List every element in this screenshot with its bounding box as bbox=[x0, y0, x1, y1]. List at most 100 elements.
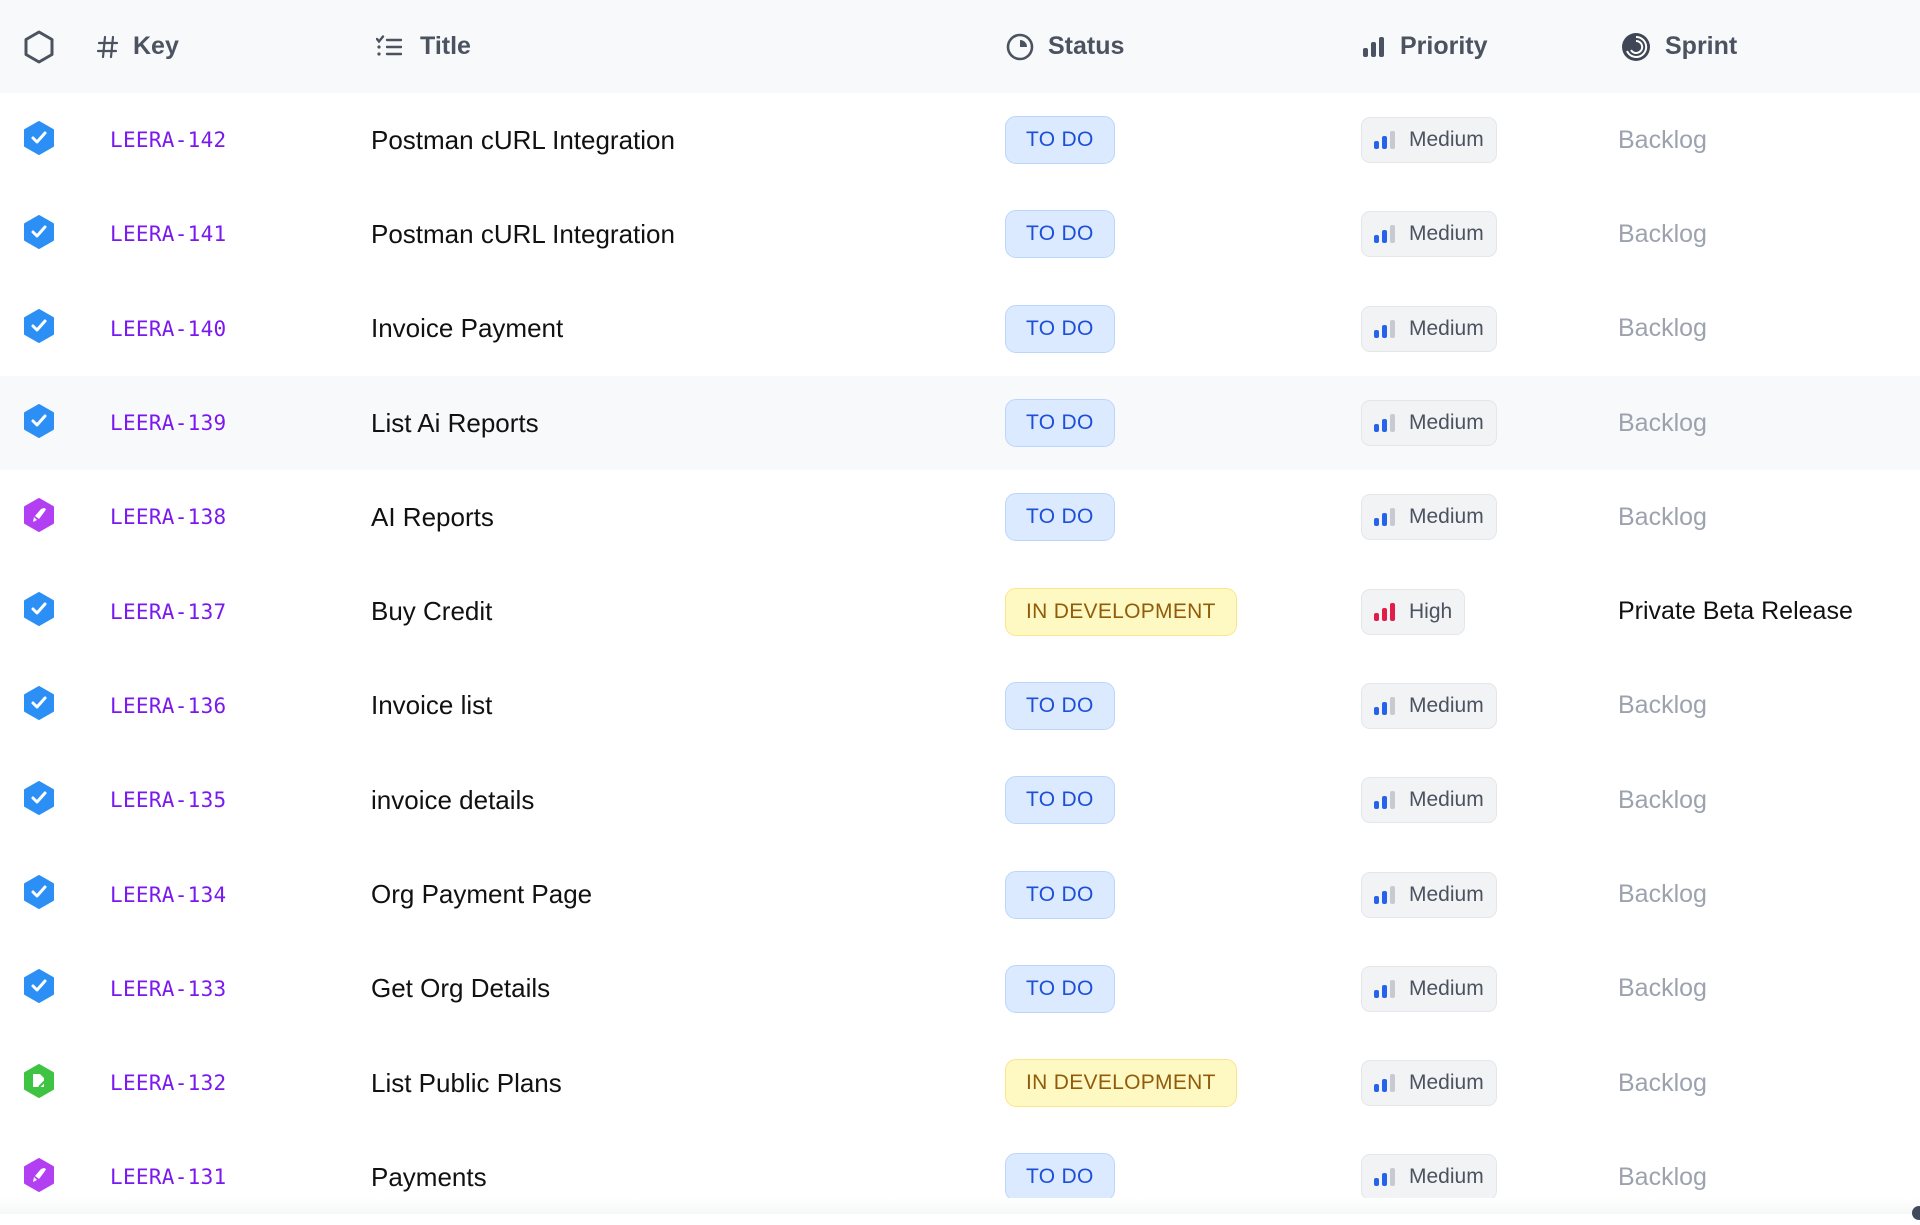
task-check-icon bbox=[22, 120, 56, 161]
issue-type-cell[interactable] bbox=[22, 376, 56, 470]
priority-bars-icon bbox=[1374, 791, 1395, 810]
priority-cell: Medium bbox=[1361, 376, 1497, 470]
status-badge[interactable]: TO DO bbox=[1005, 116, 1115, 165]
priority-badge[interactable]: Medium bbox=[1361, 871, 1497, 918]
issue-title[interactable]: List Public Plans bbox=[371, 1036, 562, 1130]
issue-title[interactable]: Postman cURL Integration bbox=[371, 93, 675, 187]
table-row[interactable]: LEERA-135 invoice details TO DO Medium B… bbox=[0, 753, 1920, 847]
column-header-sprint[interactable]: Sprint bbox=[1621, 0, 1737, 93]
priority-cell: Medium bbox=[1361, 753, 1497, 847]
priority-badge[interactable]: Medium bbox=[1361, 682, 1497, 729]
issue-key[interactable]: LEERA-138 bbox=[110, 470, 227, 564]
sprint-cell[interactable]: Backlog bbox=[1618, 753, 1707, 847]
priority-badge[interactable]: High bbox=[1361, 588, 1466, 635]
issue-type-cell[interactable] bbox=[22, 847, 56, 941]
status-badge[interactable]: TO DO bbox=[1005, 304, 1115, 353]
issue-type-cell[interactable] bbox=[22, 93, 56, 187]
issue-title[interactable]: Get Org Details bbox=[371, 942, 550, 1036]
table-row[interactable]: LEERA-142 Postman cURL Integration TO DO… bbox=[0, 93, 1920, 187]
priority-badge[interactable]: Medium bbox=[1361, 305, 1497, 352]
issue-title[interactable]: AI Reports bbox=[371, 470, 494, 564]
issue-key[interactable]: LEERA-141 bbox=[110, 187, 227, 281]
issue-title[interactable]: List Ai Reports bbox=[371, 376, 539, 470]
issue-key[interactable]: LEERA-134 bbox=[110, 847, 227, 941]
issue-title[interactable]: invoice details bbox=[371, 753, 534, 847]
sprint-cell[interactable]: Backlog bbox=[1618, 93, 1707, 187]
issue-title[interactable]: Buy Credit bbox=[371, 564, 492, 658]
priority-cell: Medium bbox=[1361, 93, 1497, 187]
issue-key[interactable]: LEERA-137 bbox=[110, 564, 227, 658]
table-row[interactable]: LEERA-138 AI Reports TO DO Medium Backlo… bbox=[0, 470, 1920, 564]
status-badge[interactable]: TO DO bbox=[1005, 399, 1115, 448]
issue-title[interactable]: Invoice Payment bbox=[371, 282, 563, 376]
sprint-cell[interactable]: Backlog bbox=[1618, 847, 1707, 941]
task-check-icon bbox=[22, 308, 56, 349]
status-badge[interactable]: TO DO bbox=[1005, 964, 1115, 1013]
status-badge[interactable]: TO DO bbox=[1005, 776, 1115, 825]
issue-type-cell[interactable] bbox=[22, 659, 56, 753]
sprint-cell[interactable]: Private Beta Release bbox=[1618, 564, 1853, 658]
priority-badge[interactable]: Medium bbox=[1361, 1154, 1497, 1201]
table-row[interactable]: LEERA-132 List Public Plans IN DEVELOPME… bbox=[0, 1036, 1920, 1130]
pie-clock-icon bbox=[1006, 33, 1034, 61]
task-check-icon bbox=[22, 214, 56, 255]
table-row[interactable]: LEERA-139 List Ai Reports TO DO Medium B… bbox=[0, 375, 1920, 471]
priority-badge[interactable]: Medium bbox=[1361, 1060, 1497, 1107]
column-header-status[interactable]: Status bbox=[1006, 0, 1124, 93]
status-badge[interactable]: TO DO bbox=[1005, 1153, 1115, 1202]
sprint-cell[interactable]: Backlog bbox=[1618, 282, 1707, 376]
issue-type-cell[interactable] bbox=[22, 753, 56, 847]
status-badge[interactable]: TO DO bbox=[1005, 681, 1115, 730]
priority-badge[interactable]: Medium bbox=[1361, 494, 1497, 541]
issue-key[interactable]: LEERA-132 bbox=[110, 1036, 227, 1130]
status-badge[interactable]: TO DO bbox=[1005, 870, 1115, 919]
sprint-cell[interactable]: Backlog bbox=[1618, 942, 1707, 1036]
issue-key[interactable]: LEERA-142 bbox=[110, 93, 227, 187]
column-label: Title bbox=[420, 32, 471, 60]
issue-type-cell[interactable] bbox=[22, 564, 56, 658]
priority-badge[interactable]: Medium bbox=[1361, 777, 1497, 824]
issue-type-cell[interactable] bbox=[22, 187, 56, 281]
table-row[interactable]: LEERA-137 Buy Credit IN DEVELOPMENT High… bbox=[0, 564, 1920, 658]
issue-key[interactable]: LEERA-133 bbox=[110, 942, 227, 1036]
issue-title[interactable]: Org Payment Page bbox=[371, 847, 592, 941]
column-header-key[interactable]: Key bbox=[97, 0, 179, 93]
priority-badge[interactable]: Medium bbox=[1361, 400, 1497, 447]
issue-type-cell[interactable] bbox=[22, 282, 56, 376]
status-badge[interactable]: TO DO bbox=[1005, 493, 1115, 542]
column-header-priority[interactable]: Priority bbox=[1362, 0, 1488, 93]
priority-label: Medium bbox=[1409, 788, 1484, 812]
sprint-cell[interactable]: Backlog bbox=[1618, 376, 1707, 470]
table-row[interactable]: LEERA-134 Org Payment Page TO DO Medium … bbox=[0, 847, 1920, 941]
issue-title[interactable]: Postman cURL Integration bbox=[371, 187, 675, 281]
status-badge[interactable]: TO DO bbox=[1005, 210, 1115, 259]
issue-type-cell[interactable] bbox=[22, 470, 56, 564]
issue-type-cell[interactable] bbox=[22, 942, 56, 1036]
issue-type-cell[interactable] bbox=[22, 1036, 56, 1130]
column-header-type[interactable] bbox=[22, 0, 56, 93]
sprint-cell[interactable]: Backlog bbox=[1618, 187, 1707, 281]
sprint-cell[interactable]: Backlog bbox=[1618, 1036, 1707, 1130]
status-cell: TO DO bbox=[1005, 93, 1115, 187]
sprint-cell[interactable]: Backlog bbox=[1618, 659, 1707, 753]
status-badge[interactable]: IN DEVELOPMENT bbox=[1005, 1059, 1237, 1108]
issue-key[interactable]: LEERA-135 bbox=[110, 753, 227, 847]
priority-badge[interactable]: Medium bbox=[1361, 117, 1497, 164]
priority-badge[interactable]: Medium bbox=[1361, 965, 1497, 1012]
table-row[interactable]: LEERA-140 Invoice Payment TO DO Medium B… bbox=[0, 282, 1920, 376]
priority-bars-icon bbox=[1374, 696, 1395, 715]
issue-key[interactable]: LEERA-139 bbox=[110, 376, 227, 470]
priority-cell: Medium bbox=[1361, 282, 1497, 376]
priority-badge[interactable]: Medium bbox=[1361, 211, 1497, 258]
table-row[interactable]: LEERA-136 Invoice list TO DO Medium Back… bbox=[0, 659, 1920, 753]
table-row[interactable]: LEERA-133 Get Org Details TO DO Medium B… bbox=[0, 942, 1920, 1036]
sprint-cell[interactable]: Backlog bbox=[1618, 470, 1707, 564]
issue-key[interactable]: LEERA-140 bbox=[110, 282, 227, 376]
issue-key[interactable]: LEERA-136 bbox=[110, 659, 227, 753]
status-badge[interactable]: IN DEVELOPMENT bbox=[1005, 587, 1237, 636]
status-cell: TO DO bbox=[1005, 659, 1115, 753]
scroll-shadow bbox=[0, 1198, 1920, 1214]
column-header-title[interactable]: Title bbox=[376, 0, 471, 93]
table-row[interactable]: LEERA-141 Postman cURL Integration TO DO… bbox=[0, 187, 1920, 281]
issue-title[interactable]: Invoice list bbox=[371, 659, 492, 753]
